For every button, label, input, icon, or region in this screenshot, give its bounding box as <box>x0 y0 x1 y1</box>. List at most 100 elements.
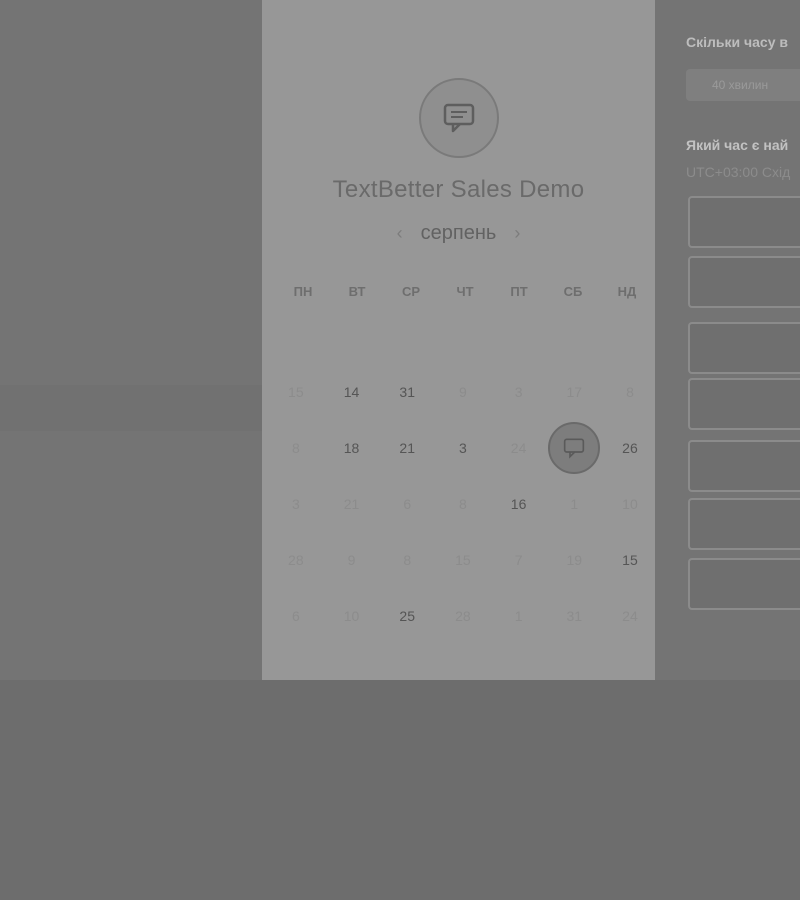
time-slot[interactable] <box>688 440 800 492</box>
calendar-day-number: 10 <box>343 608 360 624</box>
calendar-day[interactable]: 18 <box>324 420 380 476</box>
left-background-band <box>0 385 262 431</box>
calendar-day-number: 25 <box>399 608 415 624</box>
calendar-day-number: 1 <box>570 496 579 512</box>
calendar-day-selected[interactable] <box>546 420 602 476</box>
calendar-day-number: 7 <box>514 552 523 568</box>
calendar-day-number: 8 <box>626 384 634 400</box>
calendar-day-number: 15 <box>622 552 638 568</box>
calendar-day-number: 9 <box>347 552 356 568</box>
calendar-day-number: 24 <box>622 608 638 624</box>
calendar-day: 1 <box>491 588 547 644</box>
calendar-day: 3 <box>268 476 324 532</box>
calendar-day[interactable]: 25 <box>379 588 435 644</box>
calendar-day: 7 <box>491 532 547 588</box>
weekday-label: СР <box>401 284 421 299</box>
weekday-label: СБ <box>563 284 583 299</box>
calendar-day[interactable]: 15 <box>602 532 658 588</box>
calendar-panel: TextBetter Sales Demo ‹ серпень › ПН ВТ … <box>262 0 656 680</box>
calendar-day-number: 31 <box>566 608 583 624</box>
calendar-day: 6 <box>379 476 435 532</box>
chat-logo-icon <box>419 78 499 158</box>
weekday-label: ПТ <box>510 284 528 299</box>
calendar-day: 28 <box>268 532 324 588</box>
calendar-day[interactable]: 14 <box>324 364 380 420</box>
weekday-label: ЧТ <box>456 284 474 299</box>
calendar-day-number: 26 <box>622 440 638 456</box>
calendar-day-number: 9 <box>459 384 467 400</box>
time-slot[interactable] <box>688 256 800 308</box>
calendar-day: 24 <box>491 420 547 476</box>
calendar-day: 19 <box>546 532 602 588</box>
chat-bubble-icon <box>564 438 585 459</box>
calendar-days-grid: 15 14 31 9 3 17 8 8 18 21 3 24 26 3 21 6 8 16 1 10 28 9 8 15 7 19… <box>268 364 658 644</box>
calendar-day: 24 <box>602 588 658 644</box>
calendar-day: 8 <box>435 476 491 532</box>
calendar-day: 1 <box>546 476 602 532</box>
month-label: серпень <box>420 222 497 244</box>
duration-option[interactable]: 40 хвилин <box>686 69 800 101</box>
calendar-day: 28 <box>435 588 491 644</box>
timezone-selector[interactable]: UTC+03:00 Схід <box>686 164 790 180</box>
calendar-day-number: 18 <box>343 440 360 456</box>
calendar-day-number: 3 <box>459 440 467 456</box>
calendar-day-number: 6 <box>403 496 412 512</box>
calendar-day[interactable]: 3 <box>435 420 491 476</box>
time-slot[interactable] <box>688 498 800 550</box>
time-slot[interactable] <box>688 322 800 374</box>
calendar-day-number: 15 <box>288 384 304 400</box>
calendar-day: 21 <box>324 476 380 532</box>
calendar-day-number: 28 <box>455 608 471 624</box>
calendar-day: 15 <box>435 532 491 588</box>
calendar-day-number: 8 <box>459 496 467 512</box>
bottom-overlay <box>0 680 800 900</box>
calendar-day[interactable]: 31 <box>379 364 435 420</box>
weekday-label: НД <box>617 284 637 299</box>
calendar-day: 8 <box>379 532 435 588</box>
calendar-day[interactable]: 16 <box>491 476 547 532</box>
calendar-day-number: 24 <box>510 440 527 456</box>
duration-question: Скільки часу в <box>686 34 788 50</box>
weekday-label: ПН <box>293 284 313 299</box>
calendar-day-number: 3 <box>291 496 300 512</box>
calendar-day: 17 <box>546 364 602 420</box>
calendar-day-number: 21 <box>343 496 360 512</box>
calendar-day-number: 31 <box>399 384 415 400</box>
event-title: TextBetter Sales Demo <box>332 176 585 203</box>
calendar-day: 10 <box>324 588 380 644</box>
time-slot[interactable] <box>688 378 800 430</box>
calendar-day: 8 <box>268 420 324 476</box>
chevron-left-icon[interactable]: ‹ <box>393 223 407 244</box>
calendar-day[interactable]: 21 <box>379 420 435 476</box>
calendar-day-number: 10 <box>622 496 638 512</box>
month-navigation: ‹ серпень › <box>262 222 655 245</box>
calendar-day-number: 6 <box>291 608 300 624</box>
chat-bubble-icon <box>443 103 475 133</box>
weekday-label: ВТ <box>348 284 366 299</box>
calendar-day: 6 <box>268 588 324 644</box>
calendar-day: 10 <box>602 476 658 532</box>
calendar-day: 9 <box>435 364 491 420</box>
time-slot[interactable] <box>688 196 800 248</box>
calendar-day[interactable]: 26 <box>602 420 658 476</box>
calendar-day-number: 3 <box>514 384 523 400</box>
weekday-header: ПН ВТ СР ЧТ ПТ СБ НД <box>276 284 654 299</box>
calendar-day-number: 14 <box>343 384 360 400</box>
calendar-day-number: 19 <box>566 552 583 568</box>
calendar-day-number: 28 <box>288 552 304 568</box>
time-question: Який час є най <box>686 137 789 153</box>
calendar-day-number: 1 <box>514 608 523 624</box>
calendar-day-number: 21 <box>399 440 415 456</box>
calendar-day-number: 17 <box>566 384 583 400</box>
calendar-day-number: 16 <box>510 496 527 512</box>
calendar-day-number: 8 <box>291 440 300 456</box>
booking-panel: Скільки часу в 40 хвилин Який час є най … <box>655 0 800 680</box>
calendar-day: 3 <box>491 364 547 420</box>
calendar-day-number: 15 <box>455 552 471 568</box>
calendar-day: 31 <box>546 588 602 644</box>
calendar-day: 8 <box>602 364 658 420</box>
left-background <box>0 0 262 680</box>
time-slot[interactable] <box>688 558 800 610</box>
calendar-day: 15 <box>268 364 324 420</box>
chevron-right-icon[interactable]: › <box>510 223 524 244</box>
